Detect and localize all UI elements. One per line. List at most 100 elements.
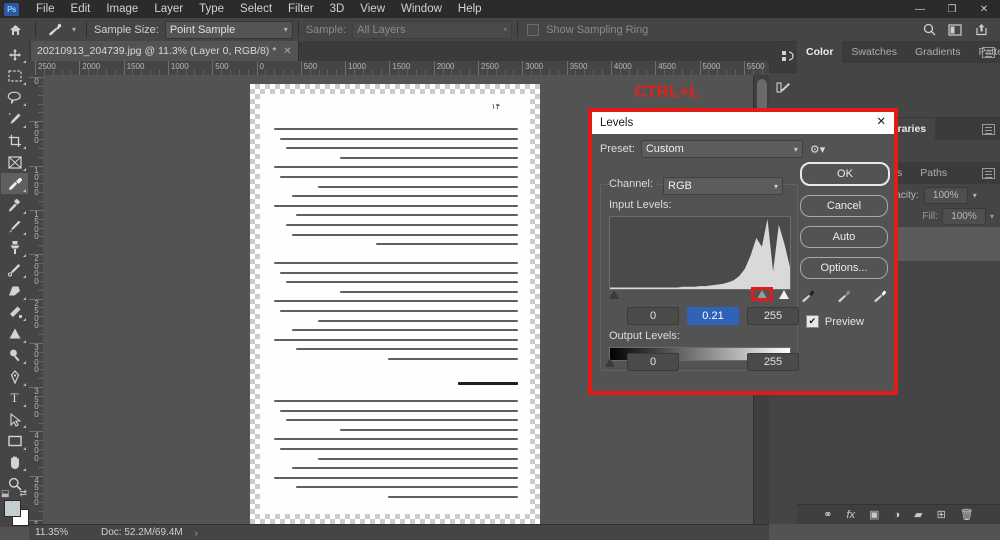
preview-option[interactable]: ✔ Preview [805, 315, 864, 328]
preset-select[interactable]: Custom ▾ [640, 140, 803, 158]
brush-settings-panel-icon[interactable] [769, 73, 797, 103]
tool-brush[interactable] [1, 216, 28, 237]
tool-dodge[interactable] [1, 345, 28, 366]
input-shadow-slider[interactable] [609, 290, 619, 299]
tab-gradients[interactable]: Gradients [906, 41, 970, 63]
tool-pen[interactable] [1, 366, 28, 387]
tool-hand[interactable] [1, 452, 28, 473]
status-expand-icon[interactable]: › [195, 528, 198, 538]
menu-item-edit[interactable]: Edit [63, 1, 99, 17]
panel-menu-icon[interactable] [982, 124, 995, 135]
menu-item-file[interactable]: File [28, 1, 63, 17]
tab-swatches[interactable]: Swatches [842, 41, 906, 63]
link-layers-icon[interactable]: ⚭ [823, 508, 832, 521]
menu-item-layer[interactable]: Layer [146, 1, 191, 17]
sample-size-select[interactable]: Point Sample ▾ [164, 20, 293, 39]
levels-dialog[interactable]: Levels ✕ Preset: Custom ▾ ⚙▾ Channel: RG… [588, 108, 898, 395]
preview-checkbox[interactable]: ✔ [805, 315, 819, 328]
add-layer-mask-icon[interactable]: ▣ [869, 508, 879, 521]
input-midtone-value[interactable]: 0.21 [687, 307, 739, 325]
minimize-button[interactable]: — [904, 0, 936, 18]
tool-quick-selection[interactable] [1, 108, 28, 129]
set-black-point-eyedropper-icon[interactable] [797, 286, 817, 306]
auto-button[interactable]: Auto [800, 226, 888, 248]
horizontal-ruler[interactable]: 2500 2000 1500 1000 500 0 500 1000 1500 2000 2500 3… [29, 61, 769, 76]
current-tool-eyedropper-icon[interactable] [41, 18, 67, 41]
sample-select[interactable]: All Layers ▾ [352, 20, 513, 39]
set-white-point-eyedropper-icon[interactable] [869, 286, 889, 306]
tool-history-brush[interactable] [1, 259, 28, 280]
scan-text-line [274, 204, 518, 207]
menu-item-filter[interactable]: Filter [280, 1, 322, 17]
fill-value[interactable]: 100% [941, 207, 986, 225]
menu-item-3d[interactable]: 3D [322, 1, 353, 17]
search-icon[interactable] [916, 18, 942, 41]
new-layer-icon[interactable]: ⊞ [937, 508, 946, 521]
tool-path-selection[interactable] [1, 409, 28, 430]
output-white-value[interactable]: 255 [747, 353, 799, 371]
options-button[interactable]: Options... [800, 257, 888, 279]
menu-item-view[interactable]: View [352, 1, 393, 17]
document-tab[interactable]: 20210913_204739.jpg @ 11.3% (Layer 0, RG… [31, 41, 299, 61]
color-swatches[interactable]: ⬓ ⇄ [1, 488, 29, 527]
vertical-ruler[interactable]: 0500100015002000250030003500400045005000 [29, 75, 44, 524]
show-sampling-ring-checkbox[interactable] [527, 23, 540, 36]
tool-clone-stamp[interactable] [1, 237, 28, 258]
panel-menu-icon[interactable] [982, 47, 995, 58]
tool-eraser[interactable] [1, 280, 28, 301]
input-shadow-value[interactable]: 0 [627, 307, 679, 325]
tool-type[interactable]: T [1, 388, 28, 409]
restore-button[interactable]: ❐ [936, 0, 968, 18]
workspace-icon[interactable] [942, 18, 968, 41]
input-highlight-slider[interactable] [779, 290, 789, 299]
tool-marquee[interactable] [1, 65, 28, 86]
output-black-slider[interactable] [605, 358, 615, 367]
default-colors-icon[interactable]: ⬓ [1, 488, 10, 499]
tab-color[interactable]: Color [797, 41, 843, 63]
tool-rectangle[interactable] [1, 430, 28, 451]
input-highlight-value[interactable]: 255 [747, 307, 799, 325]
close-button[interactable]: ✕ [968, 0, 1000, 18]
scan-text-line [274, 262, 518, 264]
menu-item-help[interactable]: Help [450, 1, 490, 17]
menu-item-image[interactable]: Image [98, 1, 146, 17]
swap-colors-icon[interactable]: ⇄ [19, 488, 27, 499]
new-adjustment-layer-icon[interactable]: ◑ [893, 509, 900, 521]
tool-healing-brush[interactable] [1, 194, 28, 215]
opacity-chevron-down-icon[interactable]: ▾ [973, 191, 977, 200]
fill-chevron-down-icon[interactable]: ▾ [990, 212, 994, 221]
panel-menu-icon[interactable] [982, 168, 995, 179]
input-levels-slider[interactable] [609, 287, 791, 301]
tool-lasso[interactable] [1, 87, 28, 108]
tool-crop[interactable] [1, 130, 28, 151]
new-group-icon[interactable]: ▰ [914, 508, 922, 521]
menu-item-window[interactable]: Window [393, 1, 450, 17]
delete-layer-icon[interactable]: 🗑 [960, 508, 974, 521]
opacity-value[interactable]: 100% [923, 186, 968, 204]
close-icon[interactable]: ✕ [283, 46, 291, 57]
home-icon[interactable] [0, 18, 30, 41]
scan-text-line [340, 428, 518, 431]
tool-frame[interactable] [1, 151, 28, 172]
cancel-button[interactable]: Cancel [800, 195, 888, 217]
channel-select[interactable]: RGB ▾ [663, 177, 783, 195]
share-icon[interactable] [968, 18, 994, 41]
gear-icon[interactable]: ⚙▾ [810, 143, 825, 156]
close-icon[interactable]: ✕ [876, 117, 886, 129]
layer-style-fx-icon[interactable]: fx [846, 509, 855, 521]
canvas-document[interactable]: ۱۴ [250, 84, 540, 524]
tool-gradient[interactable] [1, 302, 28, 323]
tool-preset-chevron-down-icon[interactable]: ▾ [67, 18, 81, 41]
set-gray-point-eyedropper-icon[interactable] [833, 286, 853, 306]
menu-item-select[interactable]: Select [232, 1, 280, 17]
ok-button[interactable]: OK [800, 162, 890, 186]
tab-paths[interactable]: Paths [911, 162, 956, 184]
menu-item-type[interactable]: Type [191, 1, 232, 17]
tool-eyedropper[interactable] [1, 172, 28, 195]
output-black-value[interactable]: 0 [627, 353, 679, 371]
tool-move[interactable] [1, 44, 28, 65]
show-sampling-ring-option[interactable]: Show Sampling Ring [527, 23, 654, 36]
foreground-color-swatch[interactable] [4, 499, 21, 517]
zoom-level[interactable]: 11.35% [35, 527, 95, 538]
tool-blur[interactable] [1, 323, 28, 344]
